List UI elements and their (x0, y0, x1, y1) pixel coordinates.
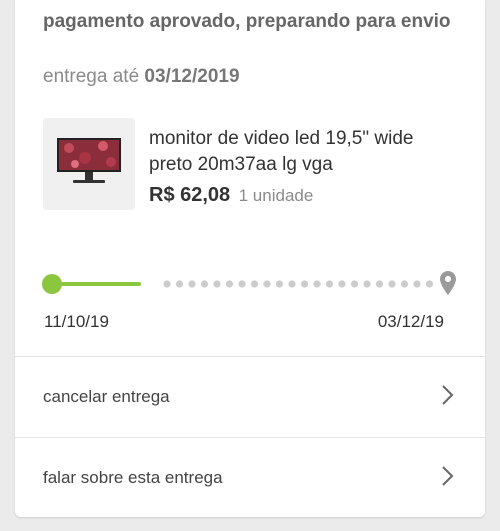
progress-pending-dots (163, 280, 434, 288)
progress-pending-dot (375, 280, 384, 288)
delivery-estimate: entrega até 03/12/2019 (43, 65, 240, 89)
progress-pending-dot (175, 280, 184, 288)
price-line: R$ 62,08 1 unidade (149, 182, 313, 210)
order-status-title: pagamento aprovado, preparando para envi… (43, 11, 451, 32)
progress-pending-dot (425, 280, 434, 288)
product-thumbnail[interactable] (43, 118, 135, 210)
progress-pending-dot (350, 280, 359, 288)
progress-pending-dot (263, 280, 271, 288)
progress-pending-dot (400, 280, 409, 288)
product-price: R$ 62,08 (149, 184, 231, 206)
progress-pending-dot (300, 280, 309, 288)
chevron-right-icon (442, 466, 454, 486)
progress-pending-dot (225, 280, 234, 288)
cancel-delivery-button[interactable]: cancelar entrega (15, 357, 485, 437)
delivery-prefix: entrega até (43, 66, 140, 87)
progress-pending-dot (325, 280, 334, 288)
progress-pending-dot (250, 280, 259, 288)
progress-pending-dot (163, 280, 171, 288)
progress-pending-dot (238, 280, 246, 288)
delivery-date: 03/12/2019 (144, 66, 240, 87)
product-name[interactable]: monitor de video led 19,5" wide preto 20… (149, 126, 449, 178)
progress-pending-dot (363, 280, 371, 288)
progress-pending-dot (313, 280, 321, 288)
progress-pending-dot (200, 280, 209, 288)
progress-pending-dot (413, 280, 421, 288)
contact-about-delivery-label: falar sobre esta entrega (43, 468, 223, 487)
cancel-delivery-label: cancelar entrega (43, 387, 170, 406)
progress-completed-bar (59, 282, 141, 286)
progress-pending-dot (213, 280, 221, 288)
progress-pending-dot (188, 280, 196, 288)
progress-pending-dot (338, 280, 346, 288)
delivery-progress-tracker (42, 271, 456, 295)
monitor-image (57, 138, 121, 183)
order-card: pagamento aprovado, preparando para envi… (15, 0, 485, 517)
chevron-right-icon (442, 385, 454, 405)
contact-about-delivery-button[interactable]: falar sobre esta entrega (15, 438, 485, 518)
tracking-end-date: 03/12/19 (377, 312, 444, 331)
product-quantity: 1 unidade (238, 186, 314, 205)
tracking-start-date: 11/10/19 (44, 312, 109, 331)
progress-pending-dot (288, 280, 296, 288)
progress-pending-dot (388, 280, 396, 288)
location-pin-icon (440, 271, 456, 295)
progress-pending-dot (275, 280, 284, 288)
